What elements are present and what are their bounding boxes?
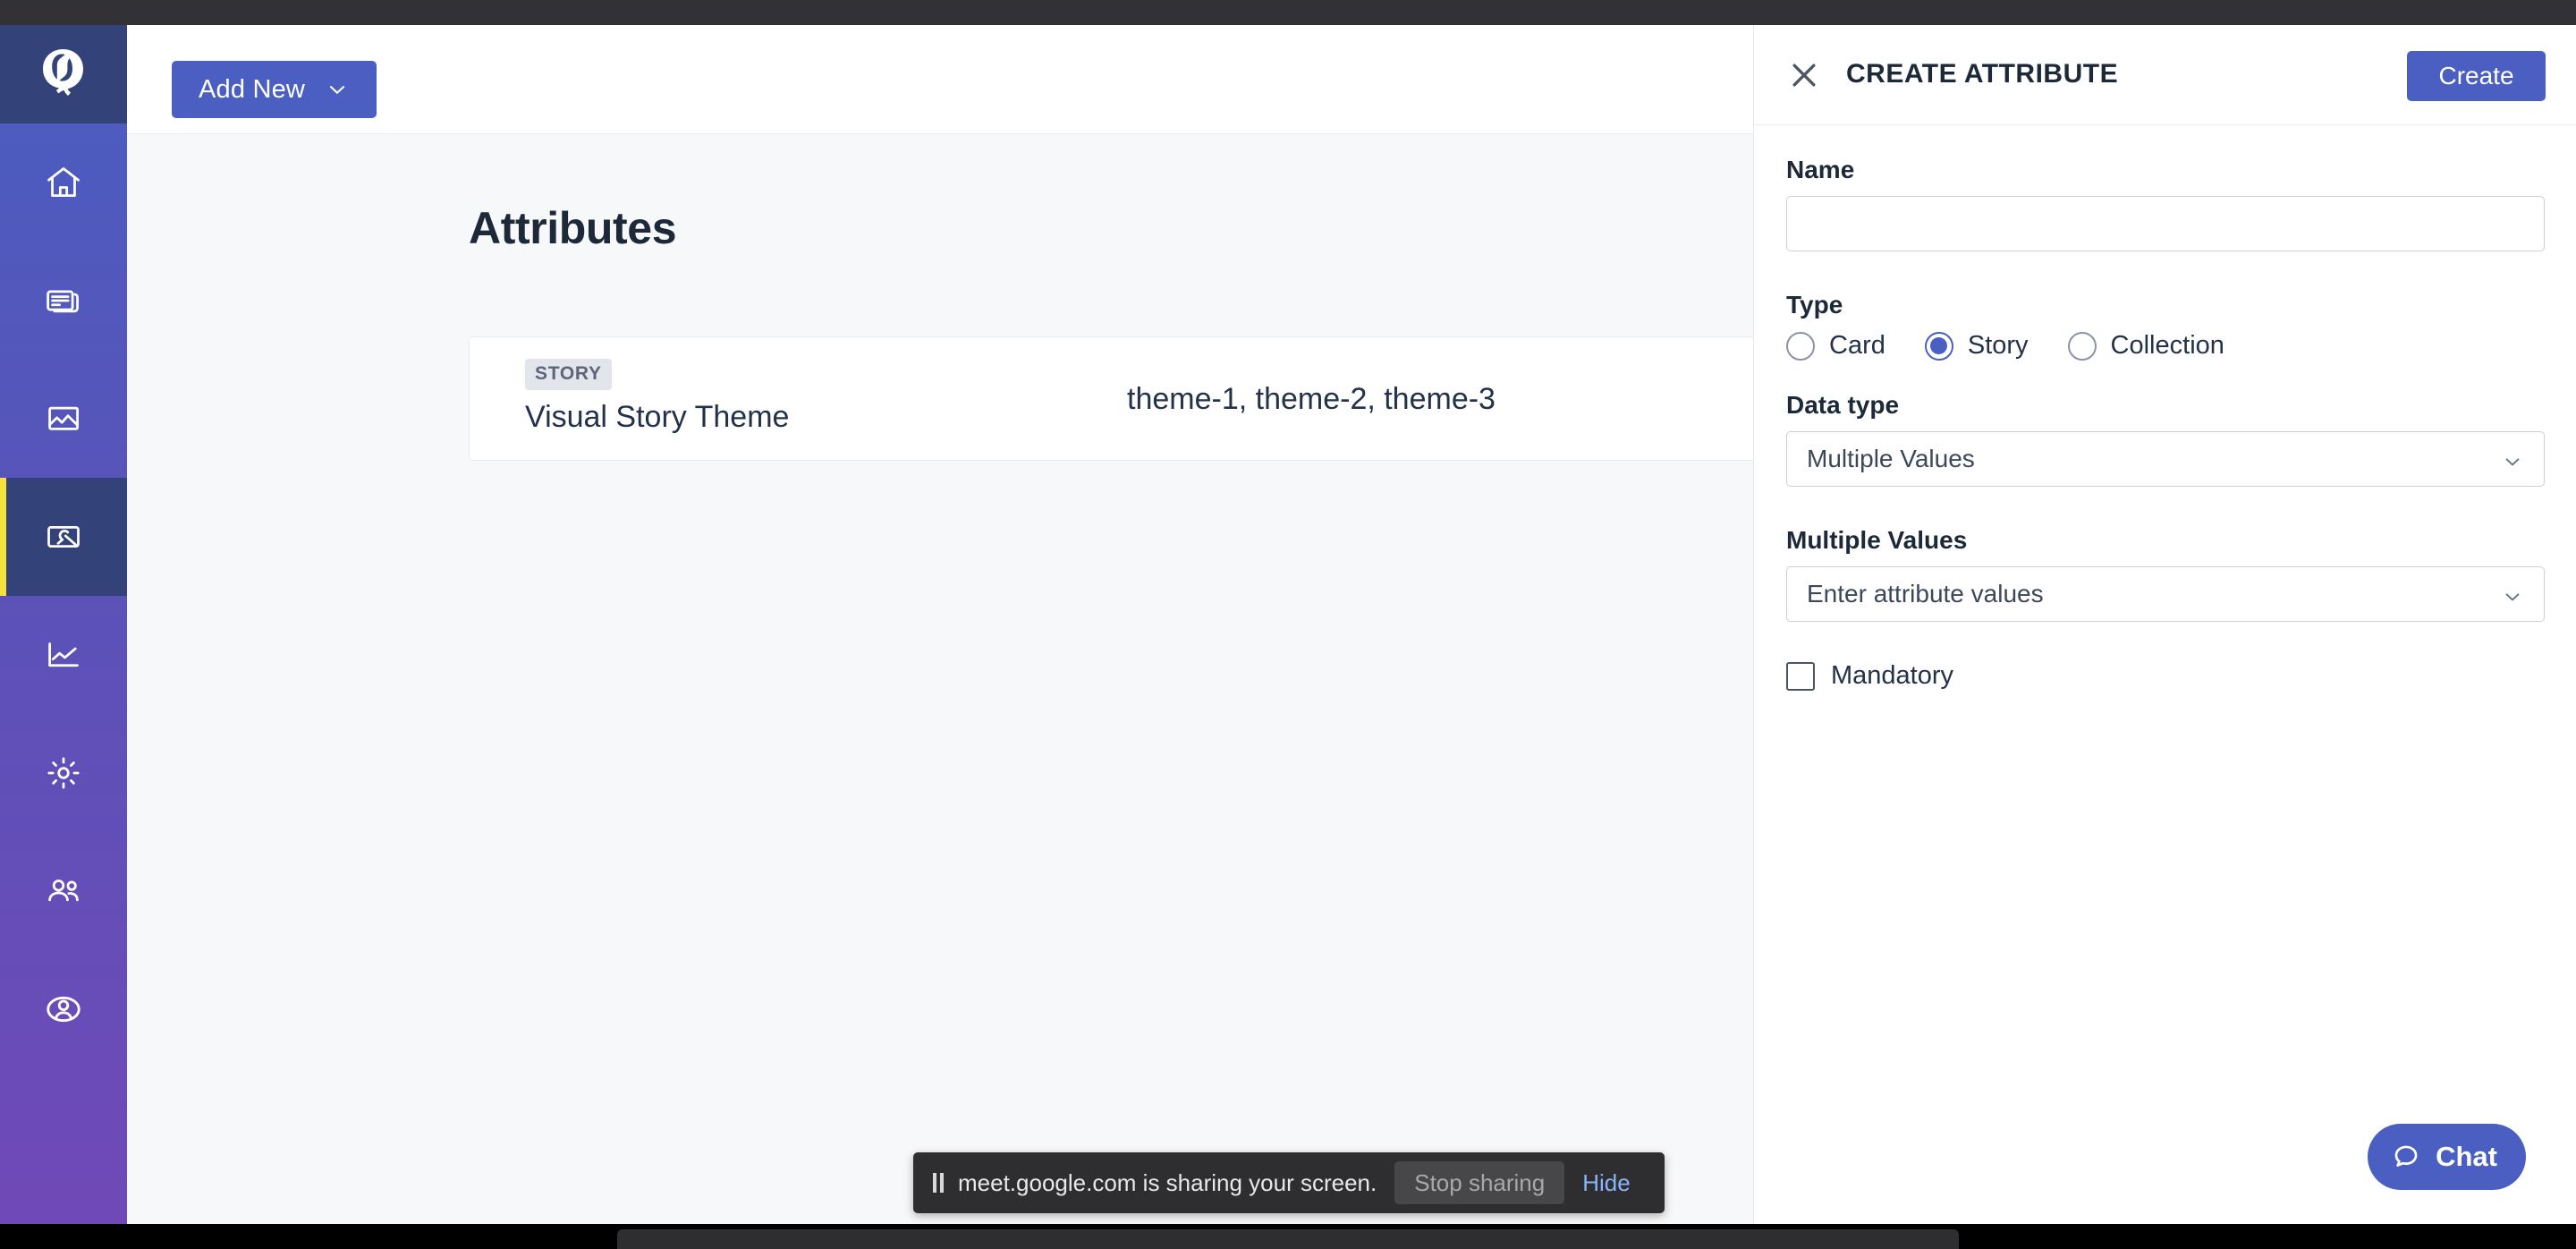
attribute-values: theme-1, theme-2, theme-3 [1127, 382, 1496, 416]
type-label: Type [1786, 291, 1843, 319]
create-button[interactable]: Create [2407, 51, 2546, 101]
quintype-q-logo-icon [43, 49, 83, 96]
chevron-down-icon [330, 86, 345, 94]
sidebar-item-settings[interactable] [0, 714, 127, 832]
bottom-chrome-pill [617, 1229, 1959, 1249]
attribute-type-badge: STORY [525, 359, 612, 390]
cards-icon [47, 290, 79, 313]
stop-sharing-button[interactable]: Stop sharing [1394, 1161, 1565, 1204]
add-new-label: Add New [199, 74, 306, 104]
sidebar-item-home[interactable] [0, 123, 127, 242]
brand-logo[interactable] [0, 25, 127, 123]
chat-button[interactable]: Chat [2368, 1124, 2526, 1190]
sidebar-item-tools[interactable] [0, 478, 127, 596]
mandatory-checkbox-row[interactable]: Mandatory [1786, 661, 2576, 691]
add-new-button[interactable]: Add New [172, 61, 377, 118]
attribute-row-left: STORY Visual Story Theme [525, 359, 789, 435]
sidebar-items [0, 123, 127, 1068]
sidebar-item-account[interactable] [0, 950, 127, 1068]
data-type-select[interactable]: Multiple Values [1786, 431, 2545, 487]
sidebar-rail [0, 25, 127, 1224]
home-icon [47, 167, 80, 198]
chat-bubble-icon [2394, 1145, 2418, 1167]
line-chart-icon [48, 642, 79, 667]
close-icon[interactable] [1786, 57, 1822, 93]
chevron-down-icon [2505, 593, 2520, 601]
chevron-down-icon [2505, 458, 2520, 466]
type-radio-card-label: Card [1829, 331, 1885, 360]
screen-share-bar: meet.google.com is sharing your screen. … [913, 1152, 1665, 1213]
type-radio-collection[interactable]: Collection [2067, 331, 2224, 361]
attribute-name: Visual Story Theme [525, 400, 790, 434]
image-tools-icon [47, 525, 80, 548]
multiple-values-select[interactable]: Enter attribute values [1786, 566, 2545, 622]
sidebar-item-stories[interactable] [0, 242, 127, 360]
screen-share-message: meet.google.com is sharing your screen. [958, 1168, 1377, 1196]
chat-label: Chat [2436, 1141, 2497, 1172]
gear-icon [47, 757, 80, 789]
type-radio-story[interactable]: Story [1924, 331, 2029, 361]
sidebar-item-analytics[interactable] [0, 596, 127, 714]
type-radio-collection-label: Collection [2110, 331, 2224, 360]
sidebar-item-members[interactable] [0, 832, 127, 950]
type-radio-card[interactable]: Card [1786, 331, 1885, 361]
radio-selected-icon [1924, 331, 1953, 361]
multiple-values-value: Enter attribute values [1807, 580, 2044, 608]
type-radio-story-label: Story [1967, 331, 2029, 360]
sidebar-item-media[interactable] [0, 360, 127, 478]
people-icon [48, 879, 79, 902]
create-attribute-drawer: CREATE ATTRIBUTE Create Name Type Card S… [1753, 25, 2576, 1224]
page-title: Attributes [469, 203, 677, 253]
type-radio-group: Card Story Collection [1786, 331, 2576, 361]
drawer-header: CREATE ATTRIBUTE Create [1754, 25, 2576, 125]
user-circle-icon [47, 996, 80, 1023]
top-toolbar: Add New [127, 25, 1753, 134]
name-label: Name [1786, 156, 1855, 183]
name-input[interactable] [1786, 196, 2545, 251]
main-content: Add New Attributes STORY Visual Story Th… [127, 25, 1989, 1224]
hide-link[interactable]: Hide [1582, 1169, 1630, 1197]
data-type-label: Data type [1786, 391, 1900, 419]
mandatory-label: Mandatory [1831, 661, 1954, 690]
browser-bottom-strip [0, 1224, 2576, 1249]
drawer-body: Name Type Card Story Collection Data typ… [1754, 125, 2576, 691]
pause-icon [933, 1173, 944, 1193]
radio-icon [1786, 331, 1815, 361]
browser-top-strip [0, 0, 2576, 25]
image-icon [48, 406, 79, 430]
drawer-title: CREATE ATTRIBUTE [1846, 59, 2119, 89]
radio-icon [2067, 331, 2097, 361]
multiple-values-label: Multiple Values [1786, 526, 1968, 554]
checkbox-icon [1786, 661, 1815, 691]
data-type-value: Multiple Values [1807, 445, 1975, 472]
